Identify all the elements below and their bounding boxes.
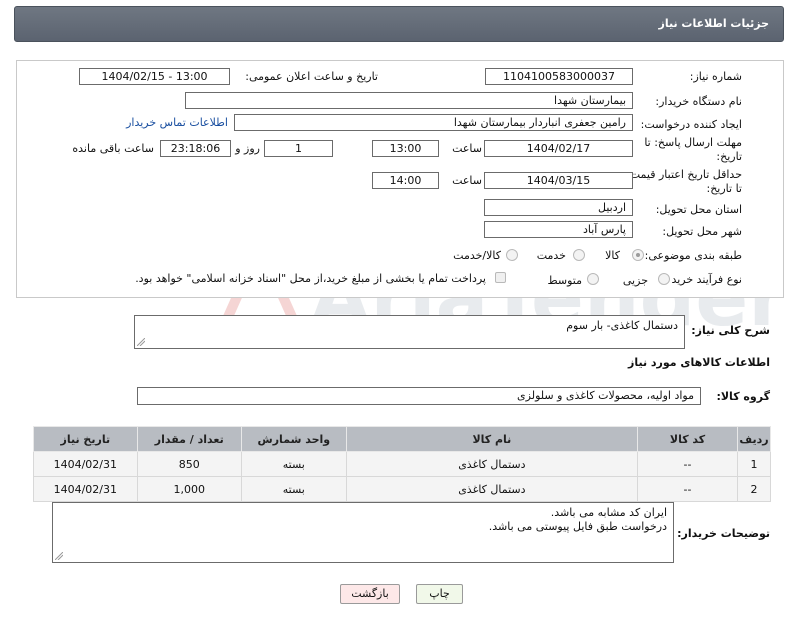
remaining-days-field: 1: [264, 140, 333, 157]
cell-code: --: [637, 451, 739, 477]
cell-quantity: 1,000: [136, 476, 242, 502]
cell-row-number: 2: [737, 476, 771, 502]
delivery-province-label: استان محل تحویل:: [655, 203, 742, 216]
price-validity-time-label: ساعت: [452, 174, 482, 187]
buyer-notes-line-2: درخواست طبق فایل پیوستی می باشد.: [488, 520, 667, 533]
cell-need-date: 1404/02/31: [33, 451, 138, 477]
delivery-city-field: پارس آباد: [484, 221, 633, 238]
column-header-row-number: ردیف: [737, 426, 771, 452]
delivery-city-label: شهر محل تحویل:: [662, 225, 742, 238]
page-title: جزئیات اطلاعات نیاز: [658, 17, 770, 30]
category-label: طبقه بندی موضوعی:: [644, 249, 742, 262]
reply-deadline-label-2: تاریخ:: [716, 150, 742, 163]
column-header-need-date: تاریخ نیاز: [33, 426, 138, 452]
treasury-payment-checkbox[interactable]: [495, 272, 506, 283]
category-goods-service-label: کالا/خدمت: [453, 249, 501, 262]
cell-unit: بسته: [240, 476, 347, 502]
cell-name: دستمال کاغذی: [345, 451, 639, 477]
remaining-time-label: ساعت باقی مانده: [72, 142, 154, 155]
goods-table: ردیف کد کالا نام کالا واحد شمارش تعداد /…: [33, 426, 771, 502]
table-row: 1 -- دستمال کاغذی بسته 850 1404/02/31: [33, 451, 771, 477]
price-validity-label: حداقل تاریخ اعتبار قیمت:: [626, 168, 742, 181]
category-goods-radio[interactable]: [632, 249, 644, 261]
delivery-province-field: اردبیل: [484, 199, 633, 216]
cell-row-number: 1: [737, 451, 771, 477]
print-button[interactable]: چاپ: [416, 584, 463, 604]
creator-label: ایجاد کننده درخواست:: [640, 118, 742, 131]
announce-datetime-field: 1404/02/15 - 13:00: [79, 68, 230, 85]
cell-unit: بسته: [240, 451, 347, 477]
reply-time-field: 13:00: [372, 140, 439, 157]
buyer-org-label: نام دستگاه خریدار:: [655, 95, 742, 108]
resize-grip-icon[interactable]: [55, 552, 63, 560]
column-header-name: نام کالا: [345, 426, 639, 452]
process-medium-radio[interactable]: [587, 273, 599, 285]
back-button[interactable]: بازگشت: [340, 584, 400, 604]
process-medium-label: متوسط: [547, 274, 582, 287]
need-description-label: شرح کلی نیاز:: [691, 324, 770, 337]
price-validity-time-field: 14:00: [372, 172, 439, 189]
cell-quantity: 850: [136, 451, 242, 477]
category-service-label: خدمت: [536, 249, 566, 262]
resize-grip-icon[interactable]: [137, 338, 145, 346]
buyer-notes-label: توضیحات خریدار:: [677, 527, 770, 540]
reply-time-label: ساعت: [452, 142, 482, 155]
need-description-value: دستمال کاغذی- بار سوم: [566, 319, 678, 332]
need-number-field: 1104100583000037: [485, 68, 633, 85]
goods-group-field: مواد اولیه، محصولات کاغذی و سلولزی: [137, 387, 701, 405]
cell-name: دستمال کاغذی: [345, 476, 639, 502]
category-service-radio[interactable]: [573, 249, 585, 261]
treasury-payment-note: پرداخت تمام یا بخشی از مبلغ خرید،از محل …: [135, 272, 486, 285]
table-header-row: ردیف کد کالا نام کالا واحد شمارش تعداد /…: [33, 426, 771, 452]
price-validity-label-2: تا تاریخ:: [706, 182, 742, 195]
goods-section-title: اطلاعات کالاهای مورد نیاز: [628, 356, 770, 369]
buyer-notes-text: ایران کد مشابه می باشد. درخواست طبق فایل…: [52, 502, 674, 563]
days-label: روز و: [235, 142, 260, 155]
buyer-org-field: بیمارستان شهدا: [185, 92, 633, 109]
category-goods-label: کالا: [605, 249, 620, 262]
need-number-label: شماره نیاز:: [689, 70, 742, 83]
page-header: جزئیات اطلاعات نیاز: [14, 6, 784, 42]
process-minor-label: جزیی: [622, 274, 648, 287]
process-minor-radio[interactable]: [658, 273, 670, 285]
buyer-contact-link[interactable]: اطلاعات تماس خریدار: [126, 116, 228, 129]
column-header-unit: واحد شمارش: [240, 426, 347, 452]
creator-field: رامین جعفری انباردار بیمارستان شهدا: [234, 114, 633, 131]
announce-datetime-label: تاریخ و ساعت اعلان عمومی:: [245, 70, 378, 83]
column-header-quantity: تعداد / مقدار: [136, 426, 242, 452]
column-header-code: کد کالا: [637, 426, 739, 452]
buyer-notes-line-1: ایران کد مشابه می باشد.: [550, 506, 667, 519]
category-goods-service-radio[interactable]: [506, 249, 518, 261]
goods-group-label: گروه کالا:: [716, 390, 770, 403]
table-row: 2 -- دستمال کاغذی بسته 1,000 1404/02/31: [33, 476, 771, 502]
reply-date-field: 1404/02/17: [484, 140, 633, 157]
cell-need-date: 1404/02/31: [33, 476, 138, 502]
need-description-text: دستمال کاغذی- بار سوم: [134, 315, 685, 349]
purchase-process-label: نوع فرآیند خرید :: [664, 273, 742, 286]
remaining-time-field: 23:18:06: [160, 140, 231, 157]
cell-code: --: [637, 476, 739, 502]
price-validity-date-field: 1404/03/15: [484, 172, 633, 189]
reply-deadline-label: مهلت ارسال پاسخ: تا: [644, 136, 742, 149]
